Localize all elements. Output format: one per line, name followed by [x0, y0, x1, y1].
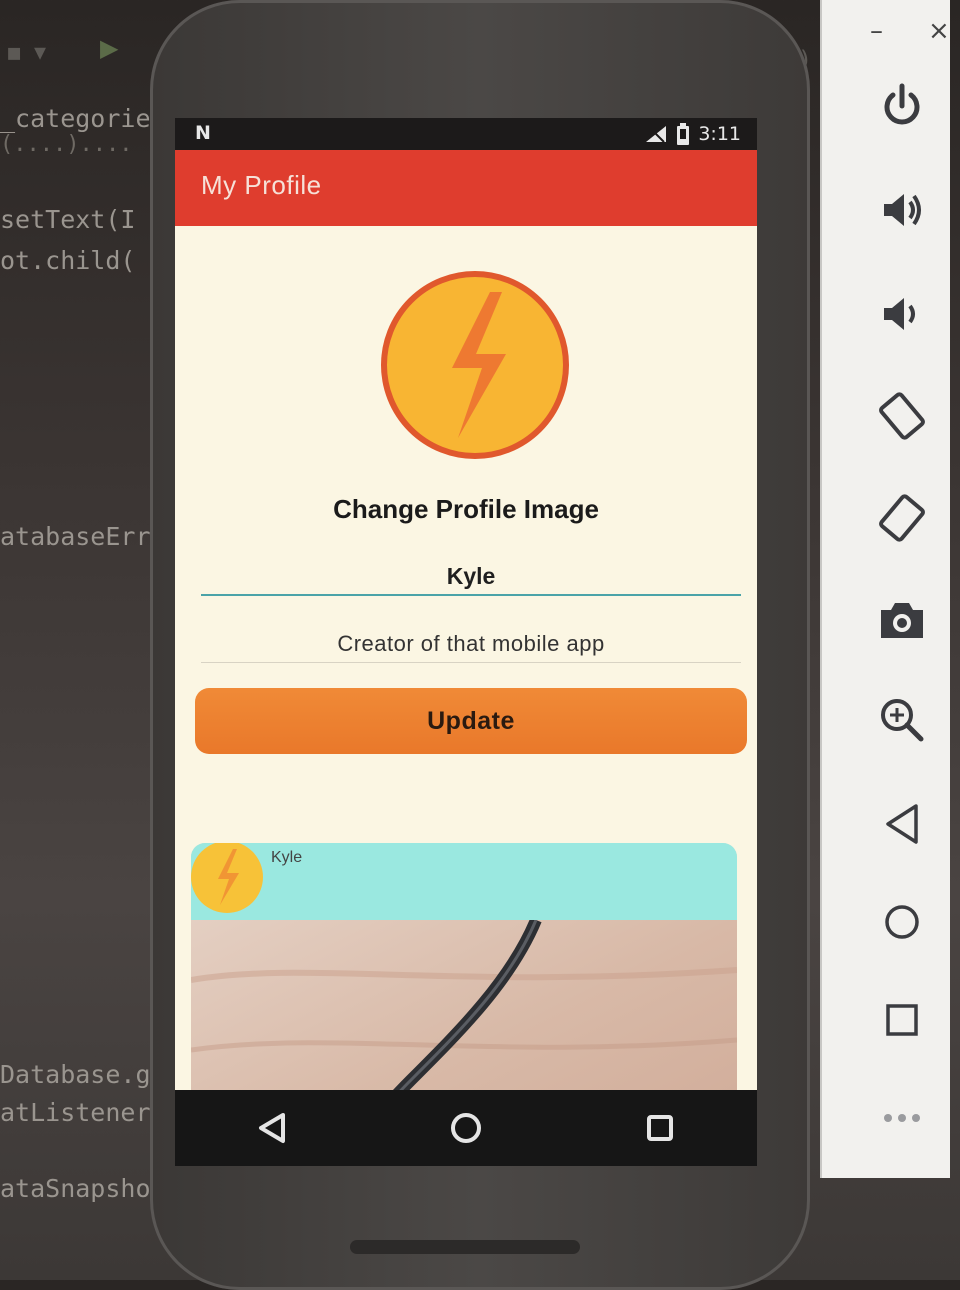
emulator-control-panel: – × — [820, 0, 950, 1178]
app-toolbar: My Profile — [175, 150, 757, 226]
power-icon[interactable] — [872, 76, 932, 136]
status-bar: N 3:11 — [175, 118, 757, 150]
code-line: Database.g — [0, 1060, 151, 1089]
minimize-button[interactable]: – — [870, 18, 883, 44]
bio-field[interactable] — [201, 626, 741, 663]
code-line: atabaseErr — [0, 522, 151, 551]
ide-toolbar-icon[interactable]: ▪ — [6, 38, 22, 66]
rotate-left-icon[interactable] — [872, 386, 932, 446]
volume-down-icon[interactable] — [872, 284, 932, 344]
run-icon[interactable]: ▶ — [100, 34, 118, 62]
camera-icon[interactable] — [872, 590, 932, 650]
zoom-icon[interactable] — [872, 690, 932, 750]
code-line: ataSnapsho — [0, 1174, 151, 1203]
name-field[interactable] — [201, 558, 741, 596]
rotate-right-icon[interactable] — [872, 488, 932, 548]
back-icon[interactable] — [872, 794, 932, 854]
phone-screen: N 3:11 My Profile Change Profile Image U… — [175, 118, 757, 1166]
nav-overview-button[interactable] — [630, 1098, 690, 1158]
ide-dropdown-icon[interactable]: ▾ — [34, 38, 46, 66]
overview-icon[interactable] — [872, 990, 932, 1050]
signal-icon — [646, 125, 667, 143]
code-line: (....).... — [0, 132, 133, 157]
more-icon[interactable] — [872, 1088, 932, 1148]
post-header: Kyle — [191, 843, 737, 920]
phone-speaker-grille — [350, 1240, 580, 1254]
update-button[interactable]: Update — [195, 688, 747, 754]
profile-avatar[interactable] — [380, 270, 570, 460]
home-circle-icon — [451, 1113, 481, 1143]
android-nav-bar — [175, 1090, 757, 1166]
home-icon[interactable] — [872, 892, 932, 952]
notification-icon: N — [195, 122, 211, 144]
code-line: ot.child( — [0, 246, 136, 275]
post-author-name: Kyle — [271, 849, 303, 866]
overview-square-icon — [647, 1115, 673, 1141]
back-triangle-icon — [259, 1113, 285, 1143]
nav-home-button[interactable] — [436, 1098, 496, 1158]
page-title: My Profile — [201, 170, 322, 200]
nav-back-button[interactable] — [242, 1098, 302, 1158]
post-avatar — [191, 843, 263, 913]
volume-up-icon[interactable] — [872, 180, 932, 240]
code-line: atListener — [0, 1098, 151, 1127]
close-button[interactable]: × — [928, 18, 950, 44]
battery-icon — [677, 123, 690, 145]
code-line: setText(I — [0, 205, 136, 234]
change-profile-image-button[interactable]: Change Profile Image — [175, 494, 757, 525]
status-time: 3:11 — [698, 123, 741, 145]
